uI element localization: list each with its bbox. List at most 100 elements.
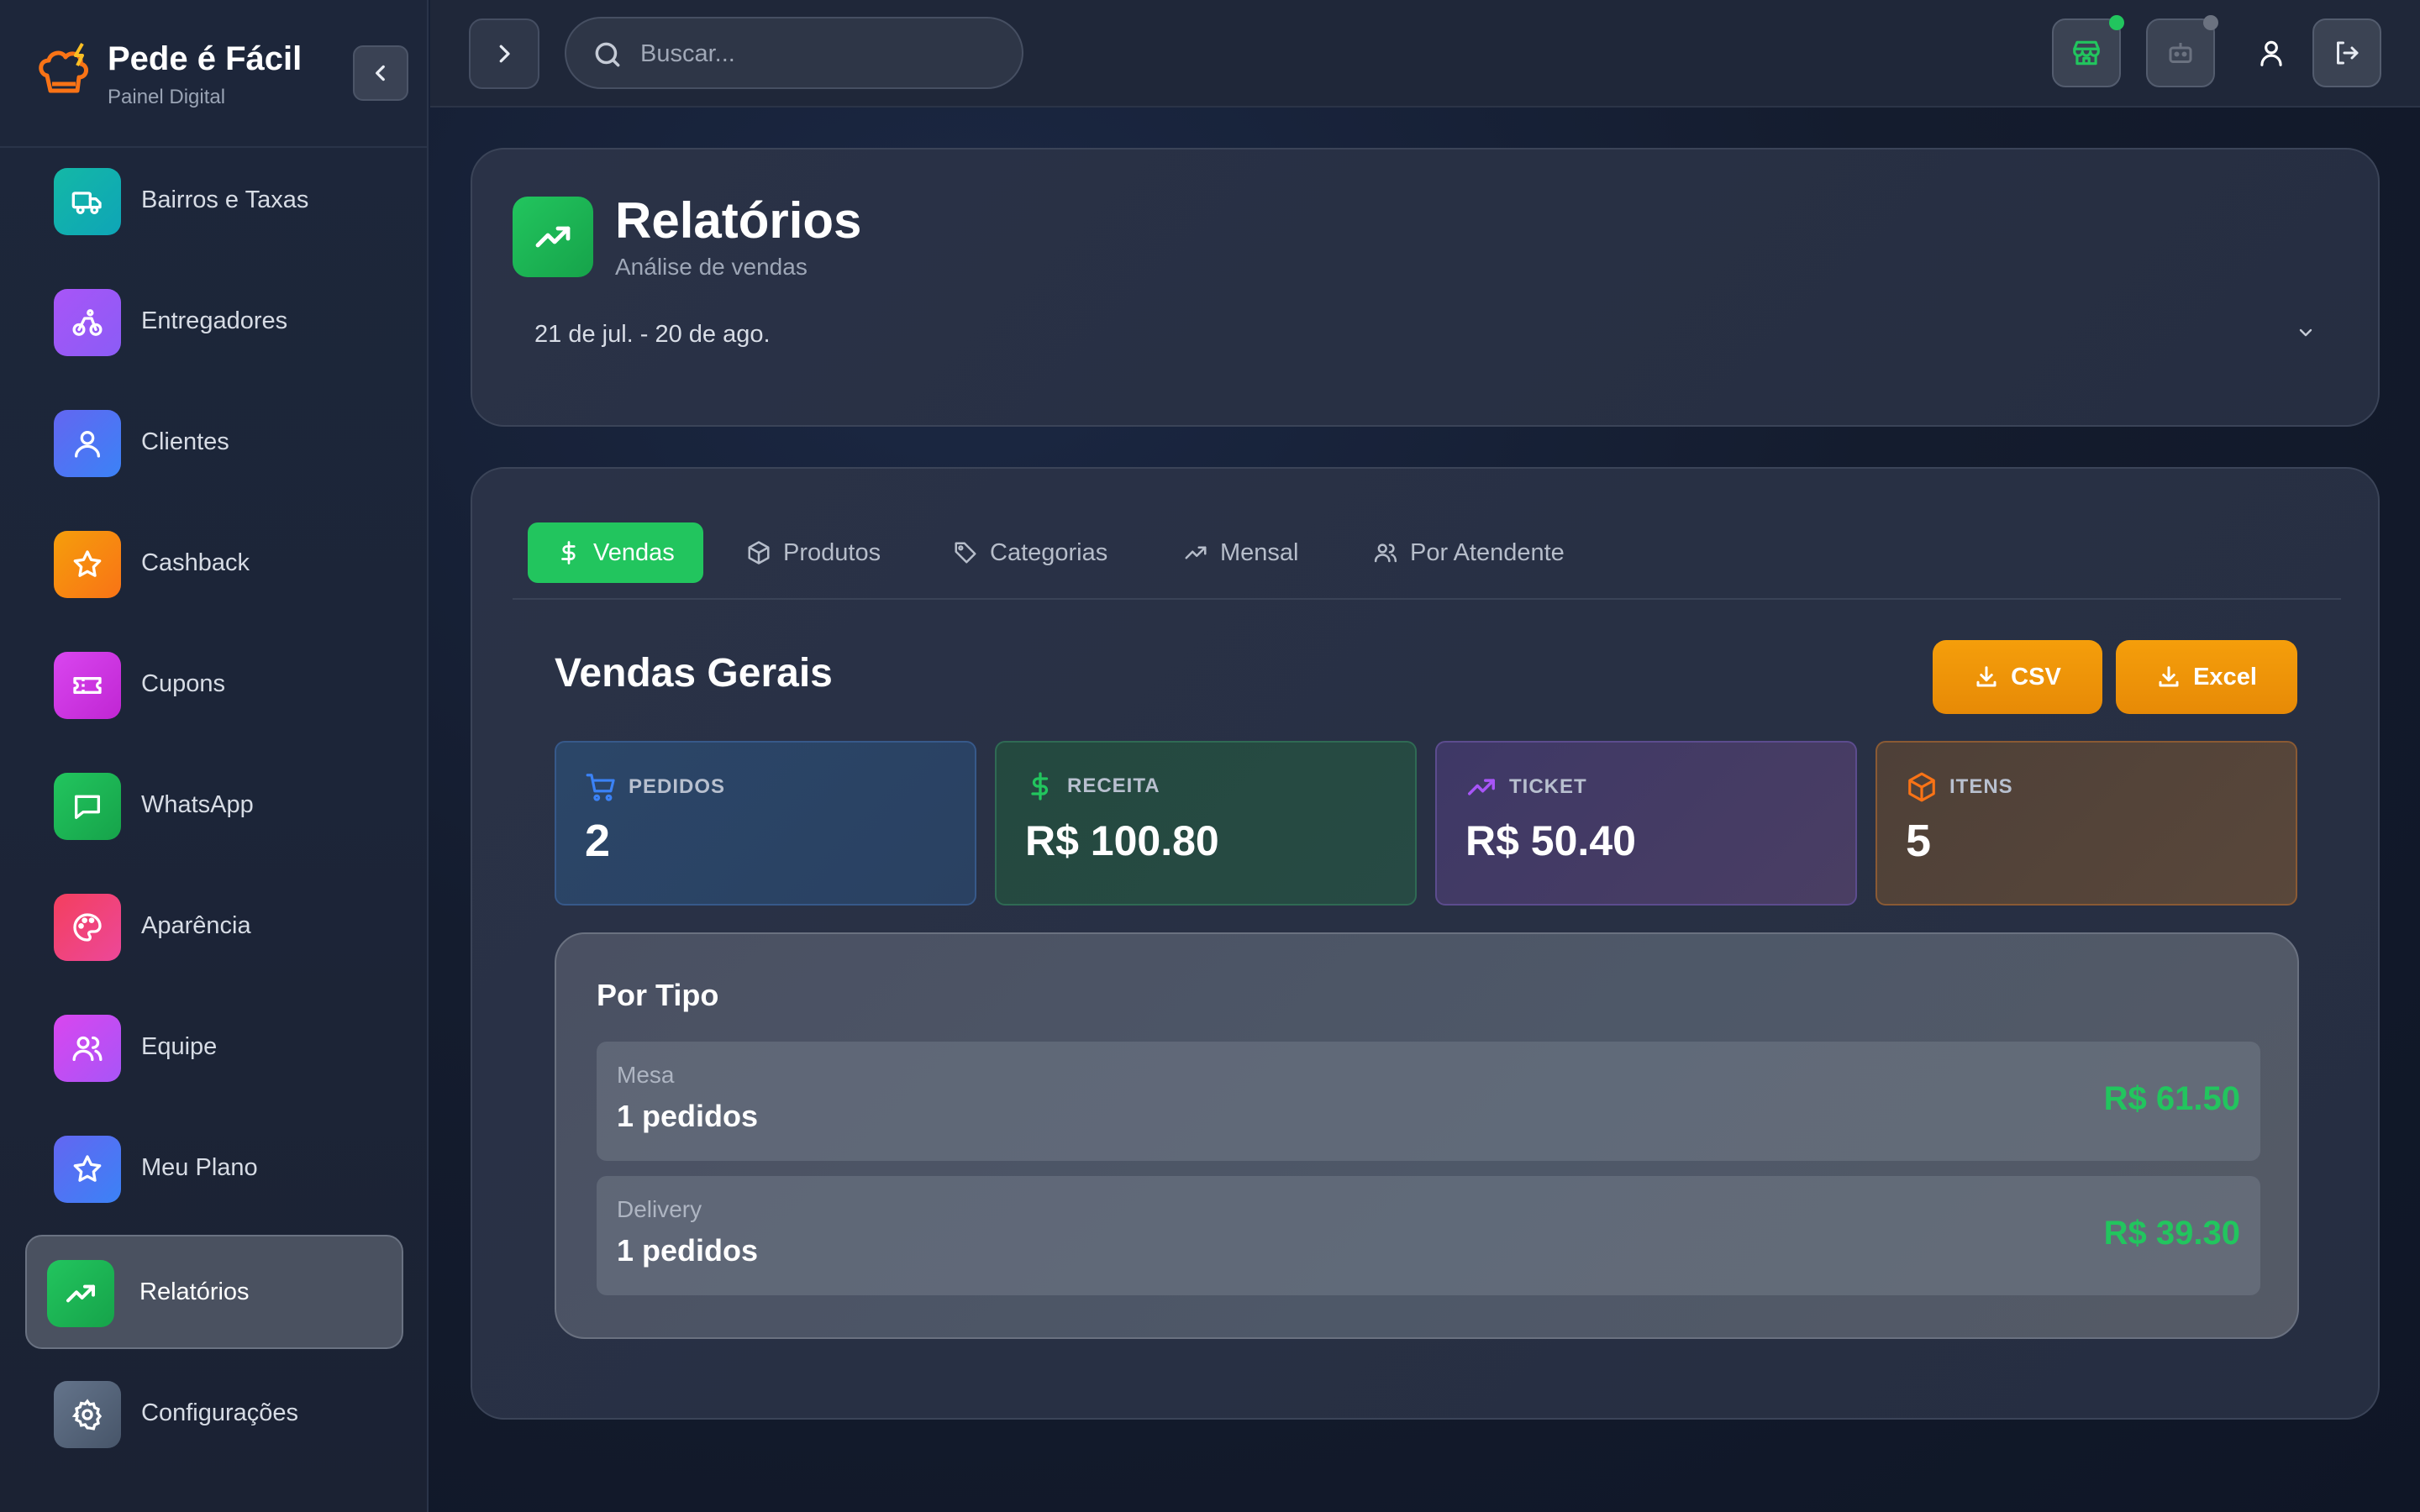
users-icon [54, 1015, 121, 1082]
sidebar-item-label: Equipe [141, 1033, 217, 1061]
tab-label: Categorias [990, 539, 1107, 567]
list-item: Mesa 1 pedidos R$ 61.50 [597, 1042, 2260, 1161]
status-dot [2203, 15, 2218, 30]
box-icon [746, 540, 771, 565]
sidebar-item-label: WhatsApp [141, 791, 254, 819]
dollar-icon [1025, 771, 1055, 801]
sidebar-item-clientes[interactable]: Clientes [25, 386, 403, 501]
tab-mensal[interactable]: Mensal [1183, 522, 1299, 583]
page-title: Relatórios [615, 192, 861, 249]
sidebar-item-label: Bairros e Taxas [141, 186, 308, 214]
brand: Pede é Fácil Painel Digital [34, 37, 412, 113]
tab-label: Mensal [1220, 539, 1299, 567]
profile-button[interactable] [2244, 25, 2299, 81]
star-icon [54, 531, 121, 598]
stat-label: ITENS [1949, 775, 2013, 799]
tab-produtos[interactable]: Produtos [746, 522, 881, 583]
type-count: 1 pedidos [617, 1233, 758, 1268]
topbar [430, 0, 2420, 108]
star-icon [54, 1136, 121, 1203]
type-value: R$ 61.50 [2104, 1080, 2240, 1118]
dollar-icon [556, 540, 581, 565]
tab-por-atendente[interactable]: Por Atendente [1373, 522, 1565, 583]
user-icon [2255, 37, 2287, 69]
brand-subtitle: Painel Digital [108, 86, 225, 109]
by-type-title: Por Tipo [597, 978, 718, 1013]
sidebar-item-bairros[interactable]: Bairros e Taxas [25, 144, 403, 259]
bot-icon [2165, 38, 2196, 68]
list-item: Delivery 1 pedidos R$ 39.30 [597, 1176, 2260, 1295]
sidebar-item-label: Cashback [141, 549, 250, 577]
box-icon [1906, 771, 1938, 803]
sidebar-item-cupons[interactable]: Cupons [25, 628, 403, 743]
chevron-right-icon [492, 41, 517, 66]
stat-card-ticket: TICKET R$ 50.40 [1435, 741, 1857, 906]
sidebar: Pede é Fácil Painel Digital Bairros e Ta… [0, 0, 429, 1512]
logout-icon [2332, 38, 2362, 68]
tab-vendas[interactable]: Vendas [528, 522, 703, 583]
stat-value: R$ 100.80 [1025, 816, 1219, 865]
report-header-card: Relatórios Análise de vendas 21 de jul. … [471, 148, 2380, 427]
users-icon [1373, 540, 1398, 565]
truck-icon [54, 168, 121, 235]
tab-categorias[interactable]: Categorias [953, 522, 1107, 583]
sidebar-item-aparencia[interactable]: Aparência [25, 870, 403, 984]
sidebar-item-label: Aparência [141, 912, 251, 940]
sidebar-item-whatsapp[interactable]: WhatsApp [25, 749, 403, 864]
status-dot [2109, 15, 2124, 30]
type-name: Mesa [617, 1062, 674, 1089]
stat-card-pedidos: PEDIDOS 2 [555, 741, 976, 906]
message-icon [54, 773, 121, 840]
sidebar-item-relatorios[interactable]: Relatórios [25, 1235, 403, 1349]
tab-label: Por Atendente [1410, 539, 1565, 567]
search-input[interactable] [640, 35, 993, 72]
sidebar-item-label: Clientes [141, 428, 229, 456]
sidebar-item-cashback[interactable]: Cashback [25, 507, 403, 622]
trending-up-icon [1183, 540, 1208, 565]
stat-label: TICKET [1509, 775, 1587, 799]
trending-up-icon [1465, 771, 1497, 803]
tag-icon [953, 540, 978, 565]
stat-card-receita: RECEITA R$ 100.80 [995, 741, 1417, 906]
cart-icon [585, 771, 617, 803]
chef-hat-icon [34, 42, 96, 104]
bot-status-button[interactable] [2146, 18, 2215, 87]
chevron-left-icon [370, 62, 392, 84]
trending-up-icon [513, 197, 593, 277]
store-status-button[interactable] [2052, 18, 2121, 87]
brand-title: Pede é Fácil [108, 40, 302, 78]
logout-button[interactable] [2312, 18, 2381, 87]
collapse-sidebar-button[interactable] [353, 45, 408, 101]
search-icon [592, 39, 623, 71]
type-value: R$ 39.30 [2104, 1215, 2240, 1252]
stat-value: 2 [585, 815, 610, 867]
sidebar-item-configuracoes[interactable]: Configurações [25, 1357, 403, 1472]
tab-label: Produtos [783, 539, 881, 567]
tab-label: Vendas [593, 539, 675, 567]
sidebar-item-entregadores[interactable]: Entregadores [25, 265, 403, 380]
tabs-divider [513, 598, 2341, 600]
report-main-card: Vendas Produtos Categorias Mensal Por At… [471, 467, 2380, 1420]
csv-label: CSV [2011, 664, 2061, 691]
export-excel-button[interactable]: Excel [2116, 640, 2297, 714]
sidebar-item-label: Entregadores [141, 307, 287, 335]
sidebar-item-meu-plano[interactable]: Meu Plano [25, 1112, 403, 1226]
sidebar-item-label: Relatórios [139, 1278, 250, 1306]
search-box[interactable] [565, 17, 1023, 89]
store-icon [2070, 37, 2102, 69]
stat-value: R$ 50.40 [1465, 816, 1636, 865]
bike-icon [54, 289, 121, 356]
expand-button[interactable] [469, 18, 539, 89]
user-icon [54, 410, 121, 477]
date-range-label: 21 de jul. - 20 de ago. [534, 321, 771, 349]
stat-label: PEDIDOS [629, 775, 725, 799]
export-csv-button[interactable]: CSV [1933, 640, 2102, 714]
section-title: Vendas Gerais [555, 650, 833, 696]
sidebar-item-equipe[interactable]: Equipe [25, 991, 403, 1105]
download-icon [1974, 664, 1999, 690]
chevron-down-icon [2296, 323, 2316, 343]
download-icon [2156, 664, 2181, 690]
page-subtitle: Análise de vendas [615, 254, 808, 281]
ticket-icon [54, 652, 121, 719]
by-type-panel: Por Tipo Mesa 1 pedidos R$ 61.50 Deliver… [555, 932, 2299, 1339]
